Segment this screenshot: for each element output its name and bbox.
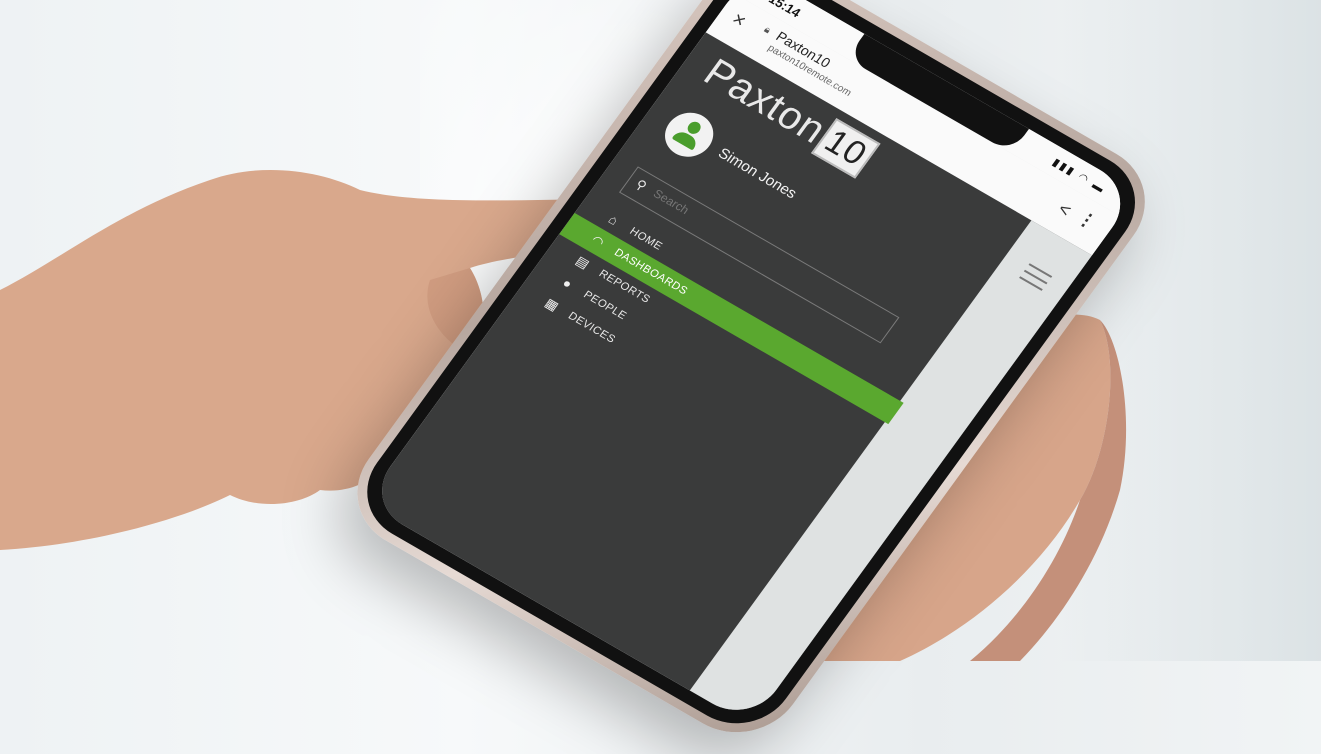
more-vertical-icon[interactable]: ⋮: [1073, 207, 1100, 233]
close-icon[interactable]: ×: [727, 8, 750, 33]
search-icon: ⚲: [632, 176, 650, 194]
user-name: Simon Jones: [714, 144, 800, 203]
avatar[interactable]: [655, 104, 723, 165]
share-icon[interactable]: <: [1054, 199, 1075, 221]
user-icon: [670, 117, 709, 153]
lock-icon: 🔒︎: [761, 24, 773, 37]
hamburger-menu-icon[interactable]: [1016, 263, 1053, 296]
